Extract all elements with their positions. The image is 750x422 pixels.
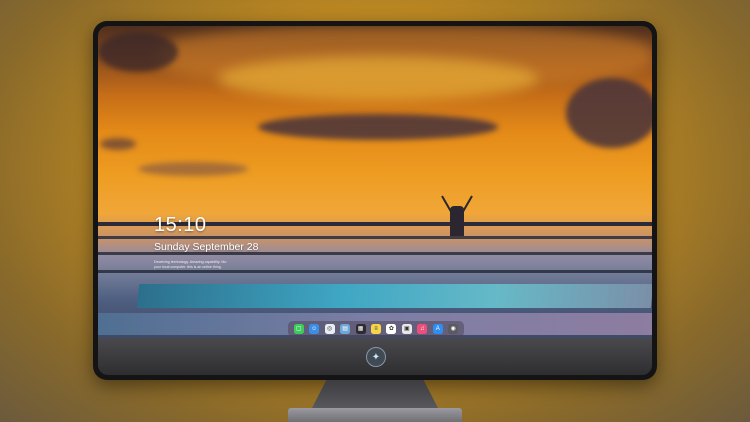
lock-date: Sunday September 28 [154,241,259,253]
monitor-chin: ✦ [98,338,652,375]
music-icon[interactable]: ♫ [417,324,428,334]
lock-screen[interactable]: 15:10 Sunday September 28 Deceiving tech… [98,26,652,338]
dock: ▢ ☺ ◎ ▤ ▦ ≡ ✿ ▣ ♫ A ◉ [288,321,464,337]
imac-monitor: 15:10 Sunday September 28 Deceiving tech… [93,21,657,380]
salt-pan-pool [136,284,652,308]
preview-icon[interactable]: ▤ [340,324,351,334]
notes-icon[interactable]: ≡ [370,324,381,334]
brand-logo-icon: ✦ [366,347,386,367]
lock-note: Deceiving technology. Amazing capability… [154,260,284,269]
desktop-scene: 15:10 Sunday September 28 Deceiving tech… [0,0,750,422]
safari-icon[interactable]: ◎ [324,324,335,334]
camera-icon[interactable]: ◉ [448,324,459,334]
cloud [138,162,248,176]
clapper-icon[interactable]: ▦ [355,324,366,334]
messages-icon[interactable]: ▢ [293,324,304,334]
cloud [258,114,498,140]
finder-icon[interactable]: ☺ [309,324,320,334]
monitor-stand [311,380,439,410]
cloud [100,138,136,150]
windmill-icon [450,206,464,236]
photos-icon[interactable]: ✿ [386,324,397,334]
cloud [98,32,178,72]
monitor-base [288,408,462,422]
salt-pan-divider [98,270,652,273]
lock-note-line: your local computer. this is an online t… [154,264,222,269]
calendar-icon[interactable]: ▣ [401,324,412,334]
sky-glow [218,56,538,101]
appstore-icon[interactable]: A [432,324,443,334]
lock-clock: 15:10 [154,214,207,236]
cloud [566,78,652,148]
